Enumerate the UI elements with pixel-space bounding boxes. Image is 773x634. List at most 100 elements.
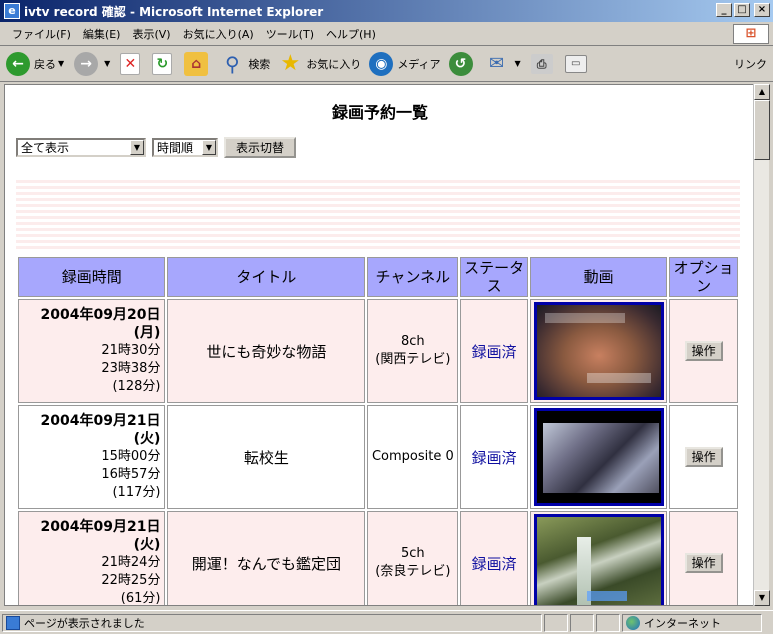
print-button[interactable]: ⎙ (530, 53, 557, 74)
record-status-link[interactable]: 録画済 (460, 299, 528, 403)
status-pane (596, 613, 620, 632)
maximize-button[interactable]: □ (734, 3, 750, 17)
edit-button[interactable]: ▭ (564, 54, 591, 73)
chevron-down-icon[interactable]: ▼ (130, 140, 144, 155)
record-weekday: (月) (133, 325, 161, 341)
header-channel: チャンネル (367, 257, 459, 297)
operate-button[interactable]: 操作 (684, 447, 723, 467)
menu-help[interactable]: ヘルプ(H) (320, 26, 382, 42)
video-cell (529, 511, 668, 605)
order-select-value: 時間順 (157, 141, 194, 155)
menu-file[interactable]: ファイル(F) (6, 26, 77, 42)
search-button[interactable]: ⚲ 検索 (220, 52, 270, 76)
favorites-button[interactable]: ★ お気に入り (278, 50, 361, 76)
stop-button[interactable]: ✕ (120, 52, 144, 75)
menu-bar: ファイル(F) 編集(E) 表示(V) お気に入り(A) ツール(T) ヘルプ(… (0, 22, 773, 46)
refresh-button[interactable]: ↻ (152, 52, 176, 75)
table-header-row: 録画時間 タイトル チャンネル ステータス 動画 オプション (18, 257, 738, 297)
star-icon: ★ (280, 50, 301, 76)
home-button[interactable]: ⌂ (184, 51, 212, 76)
header-option: オプション (669, 257, 738, 297)
filter-select[interactable]: 全て表示 ▼ (16, 138, 146, 157)
scroll-up-icon[interactable]: ▲ (754, 84, 770, 100)
menu-edit[interactable]: 編集(E) (77, 26, 127, 42)
header-time: 録画時間 (18, 257, 166, 297)
caption-overlay (586, 591, 627, 601)
record-channel-cell: 5ch (奈良テレビ) (367, 511, 459, 605)
caption-overlay (544, 313, 625, 323)
record-channel-cell: Composite 0 (367, 405, 459, 509)
back-dropdown-icon[interactable]: ▼ (58, 59, 64, 68)
scroll-thumb[interactable] (754, 100, 770, 160)
record-status-link[interactable]: 録画済 (460, 405, 528, 509)
record-time-cell: 2004年09月21日 (火) 21時24分 22時25分 (61分) (18, 511, 166, 605)
forward-dropdown-icon[interactable]: ▼ (104, 59, 110, 68)
record-date: 2004年09月20日 (40, 307, 161, 323)
menu-view[interactable]: 表示(V) (126, 26, 176, 42)
back-button[interactable]: ← 戻る ▼ (6, 51, 66, 76)
mail-dropdown-icon[interactable]: ▼ (515, 59, 521, 68)
record-title: 世にも奇妙な物語 (167, 299, 366, 403)
header-video: 動画 (529, 257, 668, 297)
status-bar: ページが表示されました インターネット (0, 610, 773, 634)
view-controls: 全て表示 ▼ 時間順 ▼ 表示切替 (16, 137, 297, 158)
video-thumbnail[interactable] (533, 408, 664, 506)
record-duration: (117分) (112, 485, 161, 500)
security-zone: インターネット (644, 616, 721, 630)
chevron-down-icon[interactable]: ▼ (202, 140, 216, 155)
page-viewport: 録画予約一覧 全て表示 ▼ 時間順 ▼ 表示切替 録画時間 タイトル チャンネル… (4, 84, 754, 606)
close-button[interactable]: × (754, 3, 770, 17)
record-channel: Composite 0 (371, 449, 454, 464)
operate-button[interactable]: 操作 (684, 341, 723, 361)
header-title: タイトル (167, 257, 366, 297)
order-select[interactable]: 時間順 ▼ (152, 138, 218, 157)
record-time-cell: 2004年09月20日 (月) 21時30分 23時38分 (128分) (18, 299, 166, 403)
history-button[interactable]: ↺ (448, 51, 477, 76)
mail-button[interactable]: ✉ ▼ (485, 52, 523, 76)
record-time-cell: 2004年09月21日 (火) 15時00分 16時57分 (117分) (18, 405, 166, 509)
status-message-pane: ページが表示されました (2, 613, 542, 632)
status-pane (570, 613, 594, 632)
striped-banner (16, 177, 740, 249)
header-status: ステータス (460, 257, 528, 297)
security-zone-pane: インターネット (622, 613, 762, 632)
record-start: 21時24分 (101, 555, 161, 570)
record-end: 23時38分 (101, 361, 161, 376)
video-thumbnail[interactable] (533, 514, 664, 605)
record-start: 15時00分 (101, 449, 161, 464)
menu-tools[interactable]: ツール(T) (260, 26, 320, 42)
option-cell: 操作 (669, 511, 738, 605)
thumbnail-image (542, 423, 659, 493)
page-icon (6, 615, 20, 630)
forward-button[interactable]: → ▼ (74, 51, 112, 76)
record-start: 21時30分 (101, 343, 161, 358)
video-thumbnail[interactable] (533, 302, 664, 400)
option-cell: 操作 (669, 299, 738, 403)
option-cell: 操作 (669, 405, 738, 509)
table-row: 2004年09月21日 (火) 15時00分 16時57分 (117分) 転校生… (18, 405, 738, 509)
record-end: 16時57分 (101, 467, 161, 482)
record-channel: 8ch (401, 334, 425, 349)
record-date: 2004年09月21日 (40, 413, 161, 429)
window-controls: _ □ × (716, 3, 770, 17)
media-icon: ◉ (369, 51, 394, 76)
history-icon: ↺ (448, 51, 473, 76)
record-channel: 5ch (401, 546, 425, 561)
scroll-down-icon[interactable]: ▼ (754, 590, 770, 606)
media-label: メディア (397, 57, 441, 71)
links-button[interactable]: リンク (734, 56, 767, 72)
vertical-scrollbar[interactable]: ▲ ▼ (753, 84, 770, 606)
table-row: 2004年09月20日 (月) 21時30分 23時38分 (128分) 世にも… (18, 299, 738, 403)
record-channel-name: (関西テレビ) (375, 352, 451, 367)
operate-button[interactable]: 操作 (684, 553, 723, 573)
record-channel-cell: 8ch (関西テレビ) (367, 299, 459, 403)
media-button[interactable]: ◉ メディア (369, 51, 441, 76)
page-title: 録画予約一覧 (331, 103, 428, 122)
toggle-view-button[interactable]: 表示切替 (224, 137, 297, 158)
record-status-link[interactable]: 録画済 (460, 511, 528, 605)
window-titlebar: e ivtv record 確認 - Microsoft Internet Ex… (0, 0, 773, 22)
minimize-button[interactable]: _ (716, 3, 732, 17)
forward-arrow-icon: → (74, 51, 99, 76)
menu-favorites[interactable]: お気に入り(A) (177, 26, 260, 42)
stop-icon: ✕ (120, 52, 141, 75)
